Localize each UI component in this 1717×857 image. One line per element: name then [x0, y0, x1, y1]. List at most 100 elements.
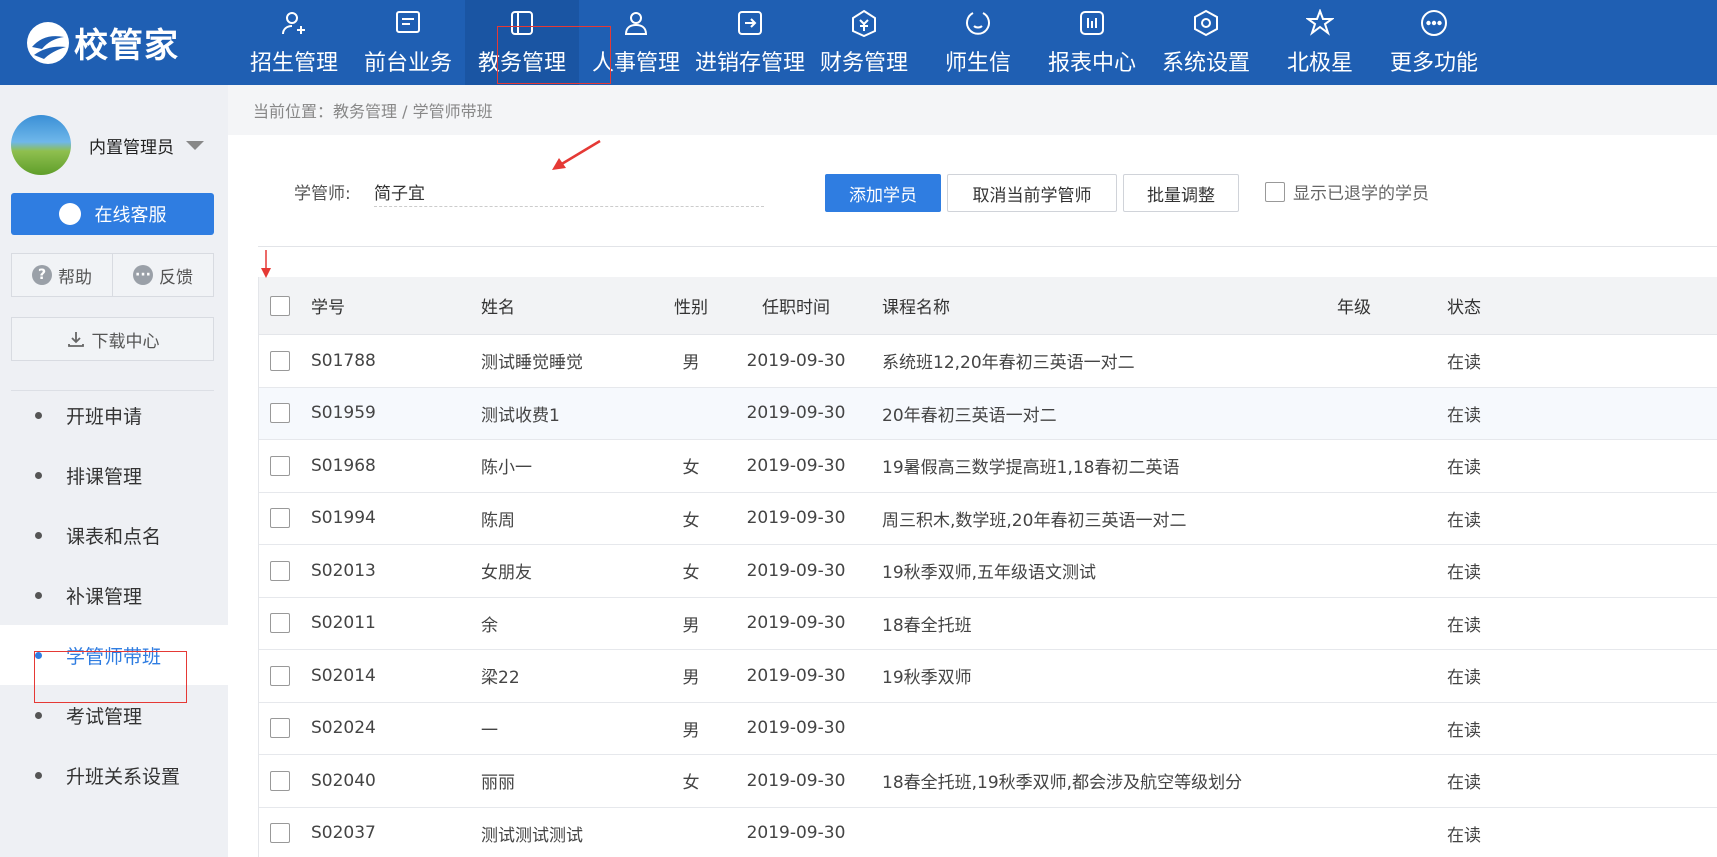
cell-name: 陈周	[481, 510, 515, 531]
reception-icon	[396, 11, 420, 33]
chat-bubble-icon	[58, 203, 81, 225]
row-checkbox[interactable]	[270, 823, 290, 844]
nav-label: 系统设置	[1161, 51, 1250, 76]
select-all-checkbox[interactable]	[270, 295, 290, 316]
nav-item-frontdesk[interactable]: 前台业务	[351, 0, 465, 85]
column-header-date[interactable]: 任职时间	[731, 293, 861, 318]
nav-item-more[interactable]: 更多功能	[1377, 0, 1491, 85]
table-row[interactable]: S02040 丽丽 女 2019-09-30 18春全托班,19秋季双师,都会涉…	[259, 755, 1717, 808]
cell-course: 系统班12,20年春初三英语一对二	[882, 353, 1135, 374]
nav-item-reports[interactable]: 报表中心	[1035, 0, 1149, 85]
breadcrumb: 当前位置：教务管理 / 学管师带班	[228, 85, 1717, 135]
cell-course: 周三积木,数学班,20年春初三英语一对二	[882, 510, 1187, 531]
column-header-grade[interactable]: 年级	[1337, 293, 1447, 318]
column-header-status[interactable]: 状态	[1447, 293, 1547, 318]
add-student-button[interactable]: 添加学员	[825, 174, 941, 212]
row-checkbox[interactable]	[270, 718, 290, 739]
row-checkbox[interactable]	[270, 560, 290, 581]
table-row[interactable]: S02011 余 男 2019-09-30 18春全托班 在读	[259, 598, 1717, 650]
cell-course: 20年春初三英语一对二	[882, 405, 1057, 426]
sidebar-item-label: 补课管理	[66, 585, 143, 608]
report-icon	[1080, 11, 1104, 35]
logo-icon	[24, 19, 72, 67]
question-icon: ?	[32, 265, 52, 285]
cell-status: 在读	[1447, 353, 1481, 374]
sidebar-item-class-application[interactable]: 开班申请	[0, 385, 228, 445]
nav-item-enrollment[interactable]: 招生管理	[237, 0, 351, 85]
nav-label: 报表中心	[1047, 51, 1136, 76]
sidebar-item-promotion[interactable]: 升班关系设置	[0, 745, 228, 805]
cell-no: S01959	[311, 403, 376, 424]
star-icon	[1306, 9, 1334, 36]
show-withdrawn-checkbox[interactable]	[1265, 181, 1285, 202]
show-withdrawn-toggle[interactable]: 显示已退学的学员	[1265, 179, 1429, 204]
table-row[interactable]: S01788 测试睡觉睡觉 男 2019-09-30 系统班12,20年春初三英…	[259, 335, 1717, 388]
feedback-icon: ···	[133, 265, 153, 285]
column-header-course[interactable]: 课程名称	[861, 293, 1337, 318]
sidebar-item-scheduling[interactable]: 排课管理	[0, 445, 228, 505]
cell-course: 19秋季双师	[882, 668, 972, 689]
table-row[interactable]: S01994 陈周 女 2019-09-30 周三积木,数学班,20年春初三英语…	[259, 493, 1717, 545]
academic-icon	[511, 11, 533, 35]
nav-label: 财务管理	[819, 51, 908, 76]
row-checkbox[interactable]	[270, 403, 290, 424]
cell-status: 在读	[1447, 510, 1481, 531]
download-center-button[interactable]: 下载中心	[11, 317, 214, 361]
table-row[interactable]: S02014 梁22 男 2019-09-30 19秋季双师 在读	[259, 650, 1717, 703]
column-header-name[interactable]: 姓名	[481, 293, 651, 318]
logo[interactable]: 校管家	[24, 18, 179, 67]
column-header-sex[interactable]: 性别	[651, 293, 731, 318]
user-menu[interactable]: 内置管理员	[11, 115, 204, 175]
cell-sex: 女	[682, 510, 700, 531]
cell-no: S02024	[311, 718, 376, 739]
sidebar-item-label: 课表和点名	[66, 525, 162, 548]
nav-item-finance[interactable]: 财务管理	[807, 0, 921, 85]
cell-name: 梁22	[481, 668, 520, 689]
cell-no: S01994	[311, 508, 376, 529]
sidebar-item-exam[interactable]: 考试管理	[0, 685, 228, 745]
nav-item-messages[interactable]: 师生信	[921, 0, 1035, 85]
sidebar-item-makeup[interactable]: 补课管理	[0, 565, 228, 625]
nav-item-polaris[interactable]: 北极星	[1263, 0, 1377, 85]
user-add-icon	[282, 12, 305, 35]
row-checkbox[interactable]	[270, 770, 290, 791]
table-row[interactable]: S01959 测试收费1 2019-09-30 20年春初三英语一对二 在读	[259, 387, 1717, 440]
table-row[interactable]: S01968 陈小一 女 2019-09-30 19暑假高三数学提高班1,18春…	[259, 440, 1717, 493]
nav-label: 更多功能	[1389, 51, 1478, 76]
cancel-tutor-button[interactable]: 取消当前学管师	[947, 174, 1117, 212]
cell-name: 女朋友	[481, 563, 532, 584]
table-row[interactable]: S02013 女朋友 女 2019-09-30 19秋季双师,五年级语文测试 在…	[259, 545, 1717, 598]
nav-item-inventory[interactable]: 进销存管理	[693, 0, 807, 85]
cell-date: 2019-09-30	[746, 613, 846, 634]
row-checkbox[interactable]	[270, 665, 290, 686]
row-checkbox[interactable]	[270, 508, 290, 529]
batch-adjust-button[interactable]: 批量调整	[1123, 174, 1239, 212]
bullet-icon	[35, 651, 42, 659]
online-service-button[interactable]: 在线客服	[11, 193, 214, 235]
sidebar-menu: 开班申请 排课管理 课表和点名 补课管理 学管师带班 考试管理 升班关系设置	[0, 385, 228, 805]
bullet-icon	[35, 411, 42, 419]
tutor-field[interactable]: 简子宜	[374, 171, 764, 207]
row-checkbox[interactable]	[270, 455, 290, 476]
cell-name: 测试测试测试	[481, 825, 583, 846]
nav-item-hr[interactable]: 人事管理	[579, 0, 693, 85]
cell-name: 余	[481, 615, 498, 636]
row-checkbox[interactable]	[270, 613, 290, 634]
sidebar-item-tutor-class[interactable]: 学管师带班	[0, 625, 228, 685]
table-row[interactable]: S02024 一 男 2019-09-30 在读	[259, 703, 1717, 755]
help-button[interactable]: ? 帮助	[12, 254, 112, 296]
cell-date: 2019-09-30	[746, 560, 846, 581]
nav-label: 进销存管理	[694, 51, 805, 76]
sidebar-item-label: 升班关系设置	[66, 765, 181, 788]
feedback-button[interactable]: ··· 反馈	[112, 254, 213, 296]
nav-item-academic[interactable]: 教务管理	[465, 0, 579, 85]
cell-name: 测试睡觉睡觉	[481, 353, 583, 374]
chevron-down-icon[interactable]	[186, 140, 204, 150]
table-row[interactable]: S02037 测试测试测试 2019-09-30 在读	[259, 808, 1717, 857]
sidebar-item-timetable[interactable]: 课表和点名	[0, 505, 228, 565]
cell-date: 2019-09-30	[746, 665, 846, 686]
nav-item-settings[interactable]: 系统设置	[1149, 0, 1263, 85]
column-header-no[interactable]: 学号	[301, 293, 481, 318]
settings-icon	[1194, 9, 1218, 37]
row-checkbox[interactable]	[270, 350, 290, 371]
